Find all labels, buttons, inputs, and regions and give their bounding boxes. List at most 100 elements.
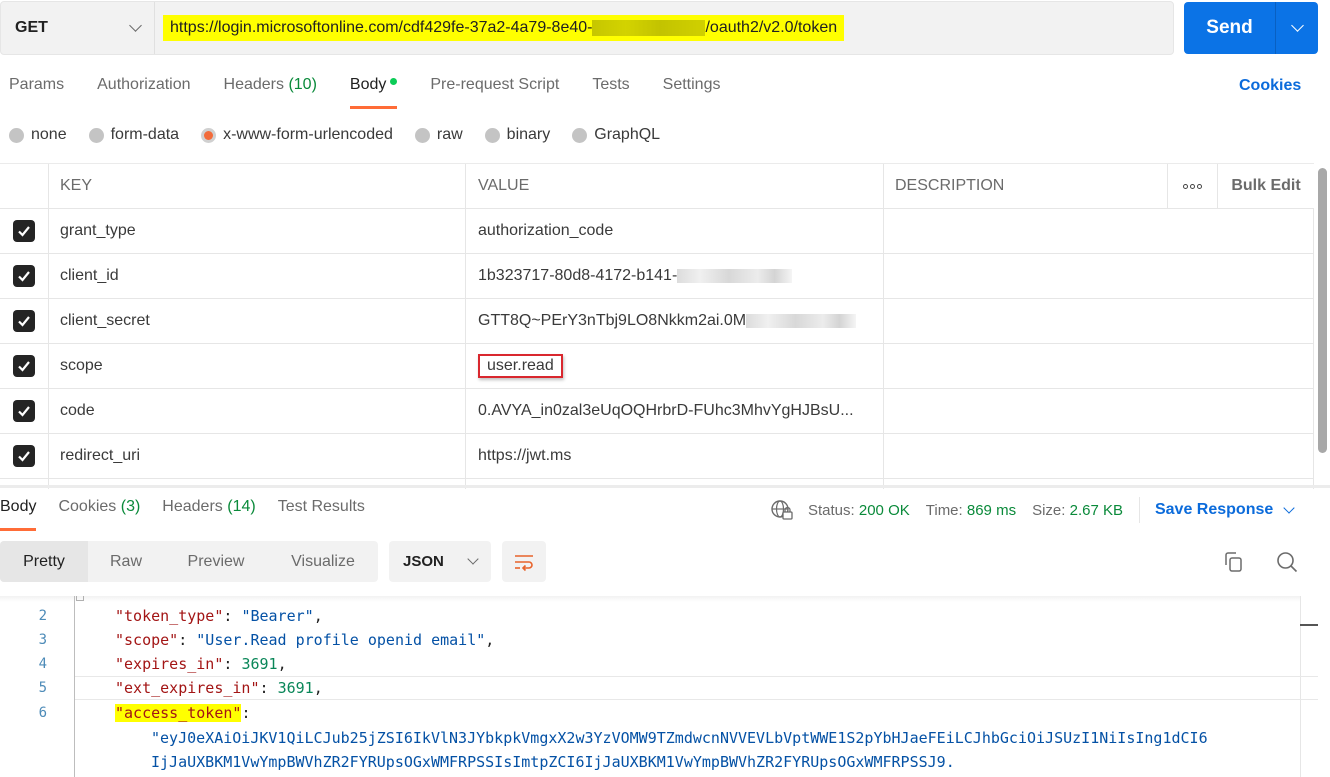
time-value[interactable]: 869 ms <box>967 502 1016 519</box>
view-preview[interactable]: Preview <box>164 541 268 582</box>
radio-graphql[interactable]: GraphQL <box>572 126 660 144</box>
modified-dot-icon <box>390 78 398 86</box>
bulk-edit-button[interactable]: Bulk Edit <box>1218 164 1314 208</box>
response-body-code[interactable]: 2 "token_type": "Bearer", 3 "scope": "Us… <box>0 596 1318 777</box>
response-meta: Status: 200 OK Time: 869 ms Size: 2.67 K… <box>770 497 1295 523</box>
response-tab-cookies[interactable]: Cookies (3) <box>58 498 140 530</box>
key-cell[interactable]: scope <box>49 344 466 388</box>
view-visualize[interactable]: Visualize <box>268 541 378 582</box>
key-cell[interactable]: client_secret <box>49 299 466 343</box>
checkbox[interactable] <box>13 355 35 377</box>
status-value[interactable]: 200 OK <box>859 502 910 519</box>
json-tail: , <box>485 631 495 649</box>
checkbox[interactable] <box>13 310 35 332</box>
tab-params[interactable]: Params <box>9 76 64 108</box>
value-cell[interactable]: GTT8Q~PErY3nTbj9LO8Nkkm2ai.0M <box>466 299 884 343</box>
value-cell[interactable]: https://jwt.ms <box>466 434 884 478</box>
json-value: "Bearer" <box>241 607 314 625</box>
method-select[interactable]: GET <box>1 2 155 54</box>
description-cell[interactable] <box>884 434 1314 478</box>
radio-x-www-form-urlencoded[interactable]: x-www-form-urlencoded <box>201 126 393 144</box>
key-cell[interactable]: code <box>49 389 466 433</box>
line-content: "token_type": "Bearer", <box>115 607 323 625</box>
params-table: KEY VALUE DESCRIPTION Bulk Edit grant_ty… <box>0 163 1314 489</box>
view-pretty[interactable]: Pretty <box>0 541 88 582</box>
table-row: scope user.read <box>0 344 1314 389</box>
url-input[interactable]: https://login.microsoftonline.com/cdf429… <box>155 15 1173 41</box>
tab-label: Body <box>0 498 37 515</box>
json-value: "User.Read profile openid email" <box>196 631 486 649</box>
send-options-button[interactable] <box>1276 2 1318 54</box>
search-icon[interactable] <box>1275 550 1299 574</box>
url-suffix: /oauth2/v2.0/token <box>705 19 838 36</box>
tab-label: Test Results <box>277 498 365 515</box>
save-response-label: Save Response <box>1154 501 1274 518</box>
more-options-button[interactable] <box>1168 164 1218 208</box>
chevron-down-icon <box>467 553 479 565</box>
table-row: redirect_uri https://jwt.ms <box>0 434 1314 479</box>
fold-toggle-icon[interactable] <box>76 596 84 601</box>
radio-binary[interactable]: binary <box>484 126 550 144</box>
json-key: "token_type" <box>115 607 224 625</box>
params-scrollbar[interactable] <box>1318 168 1327 453</box>
view-raw[interactable]: Raw <box>88 541 164 582</box>
pane-divider[interactable] <box>0 485 1330 488</box>
tab-label: Headers <box>223 76 284 93</box>
response-tab-test-results[interactable]: Test Results <box>278 498 365 530</box>
network-lock-icon[interactable] <box>770 499 794 521</box>
value-cell[interactable]: 1b323717-80d8-4172-b141- <box>466 254 884 298</box>
more-icon <box>1183 183 1202 189</box>
checkbox[interactable] <box>13 220 35 242</box>
json-value: 3691 <box>277 679 314 697</box>
checkbox[interactable] <box>13 400 35 422</box>
save-response-button[interactable]: Save Response <box>1154 501 1295 519</box>
table-header: KEY VALUE DESCRIPTION Bulk Edit <box>0 164 1314 209</box>
tab-label: Body <box>349 76 387 93</box>
tab-label: Authorization <box>97 76 191 93</box>
check-cell <box>0 389 49 433</box>
key-cell[interactable]: grant_type <box>49 209 466 253</box>
cookies-link[interactable]: Cookies <box>1239 77 1301 95</box>
check-icon <box>18 226 30 237</box>
tab-body[interactable]: Body <box>349 76 398 109</box>
redacted-segment <box>746 314 857 328</box>
response-tab-body[interactable]: Body <box>0 498 37 531</box>
status-label: Status: <box>808 501 855 519</box>
radio-raw[interactable]: raw <box>414 126 463 144</box>
json-tail: , <box>313 679 323 697</box>
description-cell[interactable] <box>884 299 1314 343</box>
key-cell[interactable]: client_id <box>49 254 466 298</box>
value-cell[interactable]: authorization_code <box>466 209 884 253</box>
json-tail: , <box>277 655 287 673</box>
radio-form-data[interactable]: form-data <box>88 126 179 144</box>
description-cell[interactable] <box>884 254 1314 298</box>
tab-authorization[interactable]: Authorization <box>97 76 190 108</box>
send-button[interactable]: Send <box>1184 2 1276 54</box>
description-cell[interactable] <box>884 209 1314 253</box>
check-icon <box>18 361 30 372</box>
format-select[interactable]: JSON <box>389 541 491 582</box>
value-cell[interactable]: 0.AVYA_in0zal3eUqOQHrbrD-FUhc3MhvYgHJBsU… <box>466 389 884 433</box>
line-number: 2 <box>38 608 47 624</box>
format-label: JSON <box>403 553 444 570</box>
radio-none[interactable]: none <box>9 126 67 144</box>
description-cell[interactable] <box>884 389 1314 433</box>
request-bar: GET https://login.microsoftonline.com/cd… <box>0 1 1174 55</box>
tab-tests[interactable]: Tests <box>592 76 629 108</box>
line-number: 5 <box>38 680 47 696</box>
wrap-lines-button[interactable] <box>502 541 546 582</box>
tab-headers[interactable]: Headers (10) <box>224 76 317 108</box>
check-cell <box>0 434 49 478</box>
checkbox[interactable] <box>13 445 35 467</box>
key-cell[interactable]: redirect_uri <box>49 434 466 478</box>
radio-icon <box>9 127 24 143</box>
response-tab-headers[interactable]: Headers (14) <box>162 498 255 530</box>
tab-settings[interactable]: Settings <box>663 76 721 108</box>
size-value[interactable]: 2.67 KB <box>1070 502 1123 519</box>
description-cell[interactable] <box>884 344 1314 388</box>
checkbox[interactable] <box>13 265 35 287</box>
tab-pre-request-script[interactable]: Pre-request Script <box>430 76 559 108</box>
copy-icon[interactable] <box>1222 550 1246 574</box>
value-cell[interactable]: user.read <box>466 344 884 388</box>
header-check-col <box>0 164 49 208</box>
